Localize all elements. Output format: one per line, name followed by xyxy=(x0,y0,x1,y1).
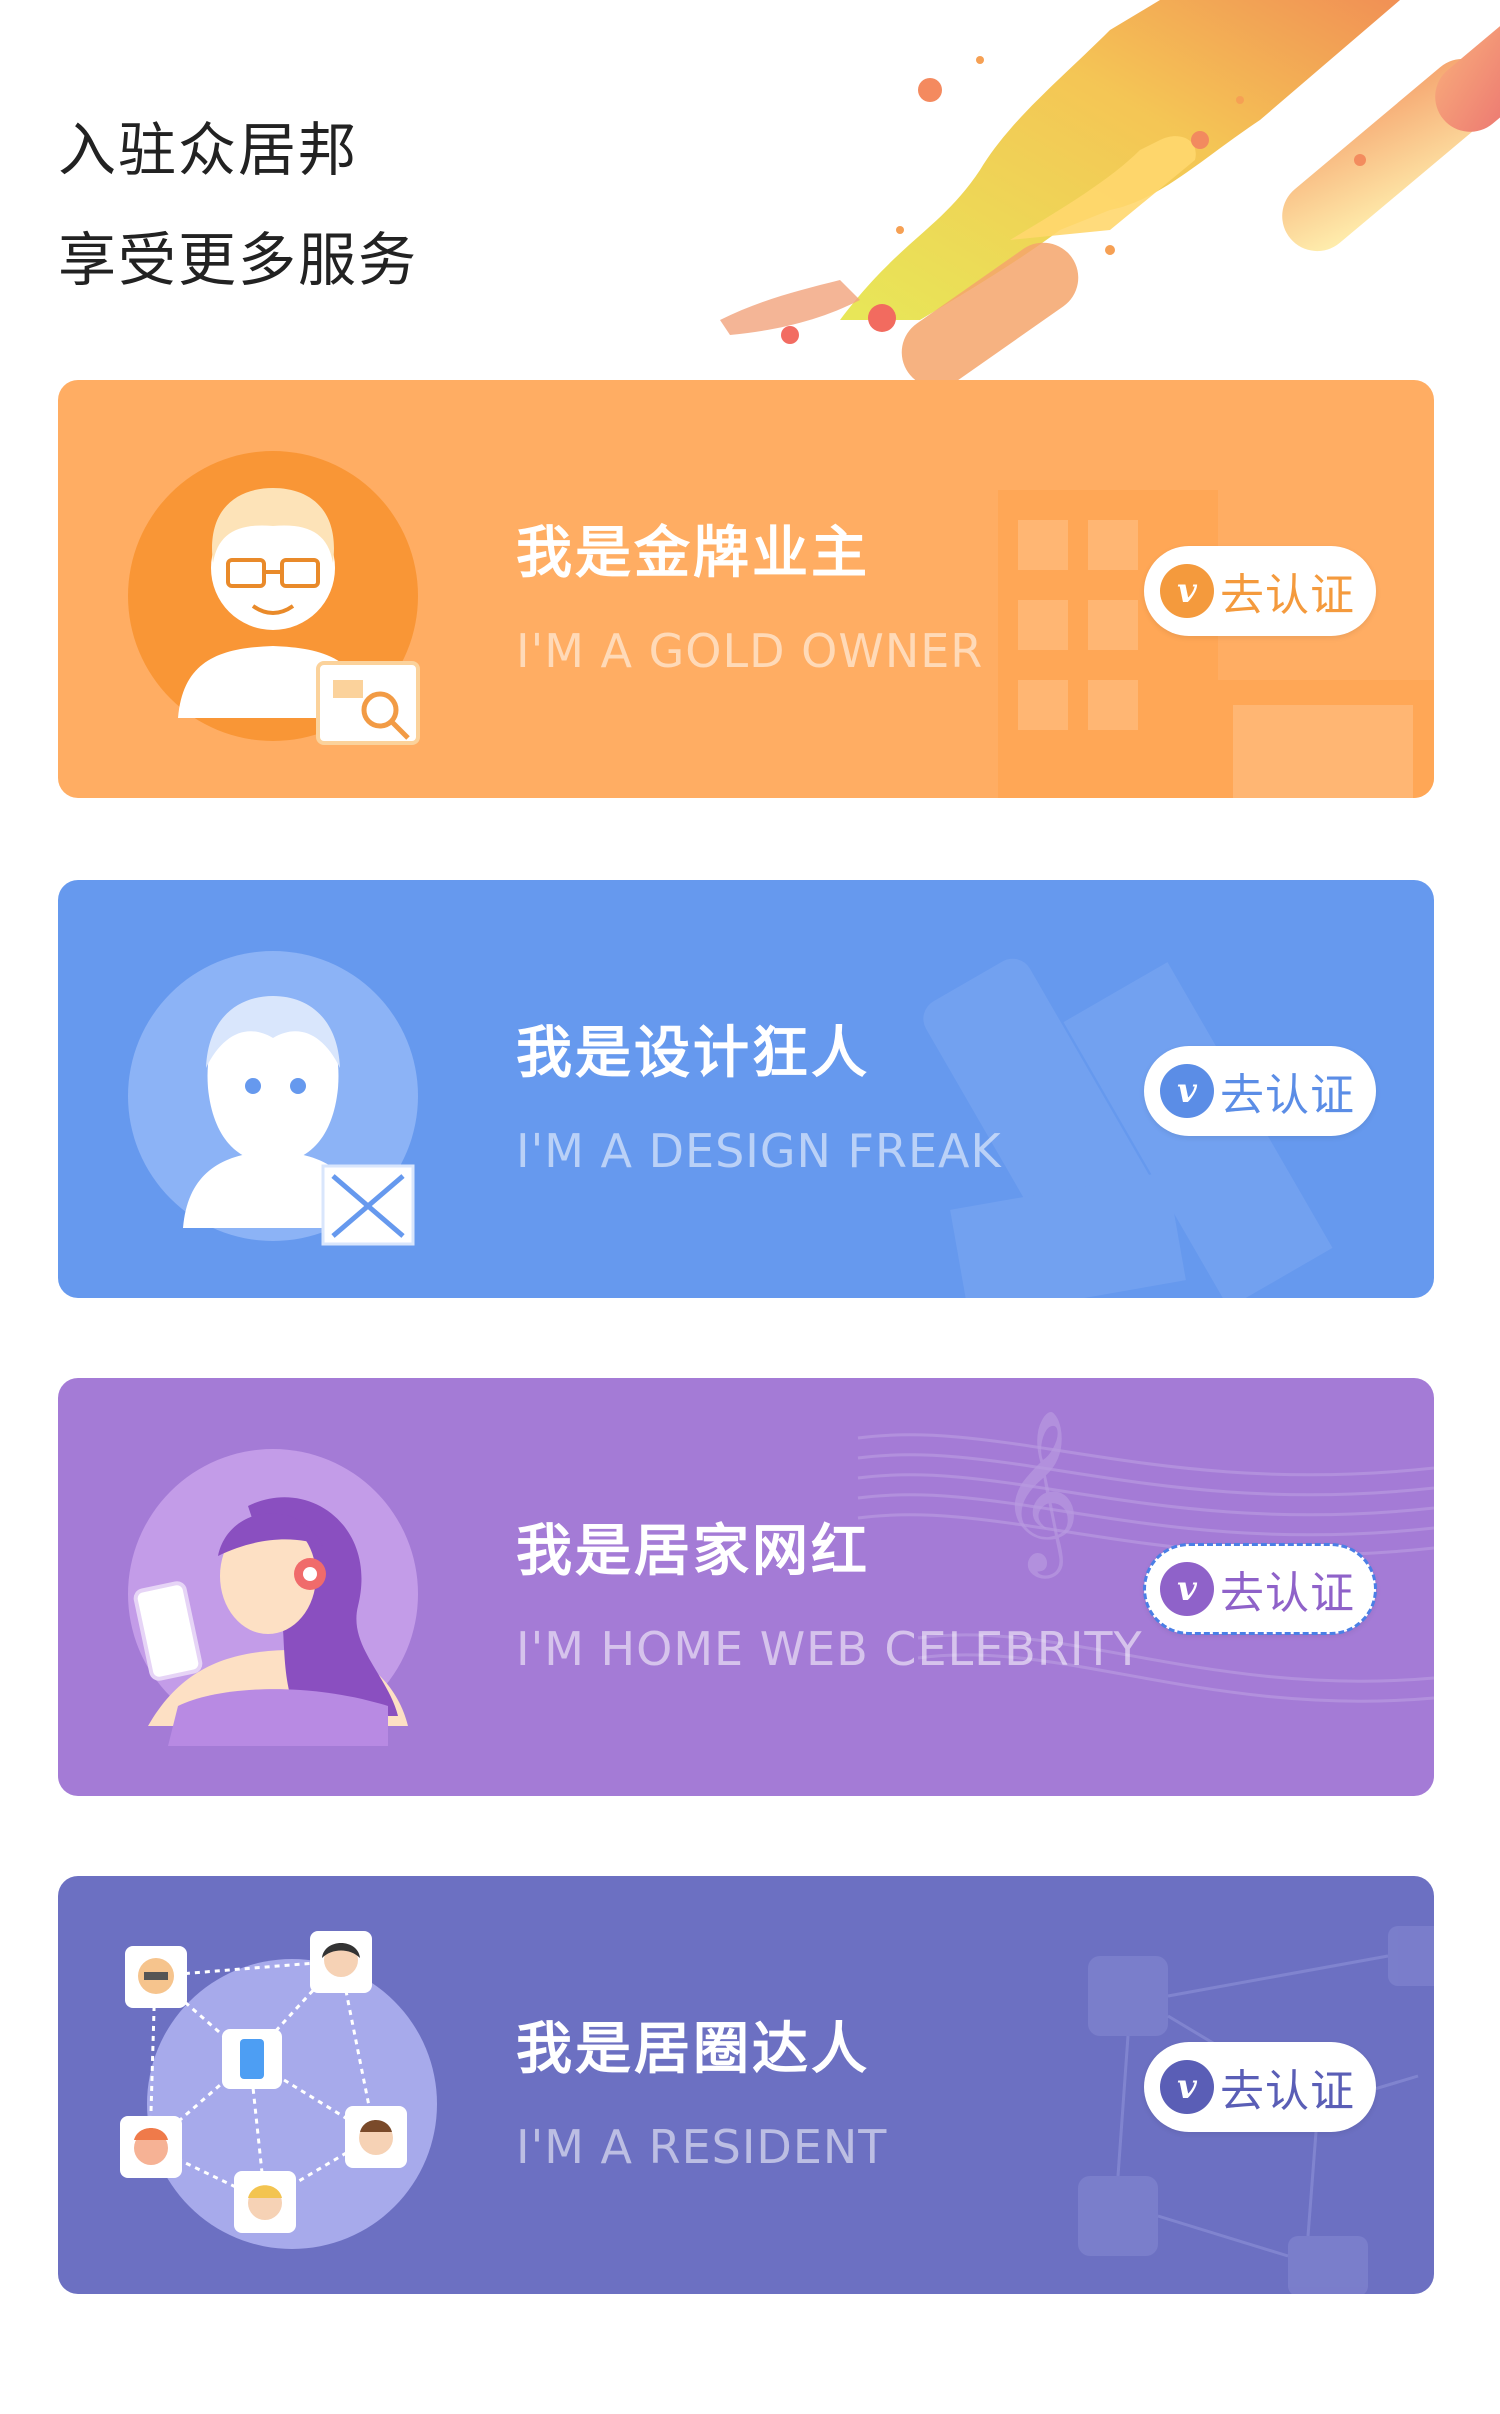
card-title: 我是居家网红 xyxy=(516,1519,870,1584)
verify-button[interactable]: v 去认证 xyxy=(1144,2042,1376,2132)
v-badge-icon: v xyxy=(1160,564,1214,618)
card-subtitle: I'M A GOLD OWNER xyxy=(516,624,984,678)
verify-button-label: 去认证 xyxy=(1220,570,1355,621)
v-badge-icon: v xyxy=(1160,1064,1214,1118)
card-subtitle: I'M A RESIDENT xyxy=(516,2120,888,2174)
header: 入驻众居邦 享受更多服务 xyxy=(58,95,418,315)
card-design-freak[interactable]: 我是设计狂人 I'M A DESIGN FREAK v 去认证 xyxy=(58,880,1434,1298)
header-title: 入驻众居邦 xyxy=(58,116,359,184)
card-home-web-celebrity[interactable]: 𝄞 我是居家网红 I'M HOME WEB CELEBRITY v 去认证 xyxy=(58,1378,1434,1796)
card-title: 我是设计狂人 xyxy=(516,1021,870,1086)
web-celebrity-avatar-icon xyxy=(128,1449,418,1746)
resident-network-avatar-icon xyxy=(120,1931,437,2249)
card-gold-owner[interactable]: 我是金牌业主 I'M A GOLD OWNER v 去认证 xyxy=(58,380,1434,798)
card-resident[interactable]: 我是居圈达人 I'M A RESIDENT v 去认证 xyxy=(58,1876,1434,2294)
card-title: 我是金牌业主 xyxy=(516,521,870,586)
gold-owner-avatar-icon xyxy=(128,451,420,745)
card-title: 我是居圈达人 xyxy=(516,2017,870,2082)
card-subtitle: I'M A DESIGN FREAK xyxy=(516,1124,1002,1178)
v-badge-icon: v xyxy=(1160,1562,1214,1616)
decorative-splash-illustration xyxy=(720,0,1500,388)
svg-text:𝄞: 𝄞 xyxy=(998,1409,1081,1579)
verify-button-label: 去认证 xyxy=(1220,1070,1355,1121)
header-subtitle: 享受更多服务 xyxy=(58,226,419,294)
verify-button[interactable]: v 去认证 xyxy=(1144,1046,1376,1136)
verify-button-label: 去认证 xyxy=(1220,2066,1355,2117)
verify-button-label: 去认证 xyxy=(1220,1568,1355,1619)
designer-avatar-icon xyxy=(128,951,418,1246)
verify-button[interactable]: v 去认证 xyxy=(1143,1543,1377,1635)
verify-button[interactable]: v 去认证 xyxy=(1144,546,1376,636)
v-badge-icon: v xyxy=(1160,2060,1214,2114)
card-subtitle: I'M HOME WEB CELEBRITY xyxy=(516,1622,1143,1676)
